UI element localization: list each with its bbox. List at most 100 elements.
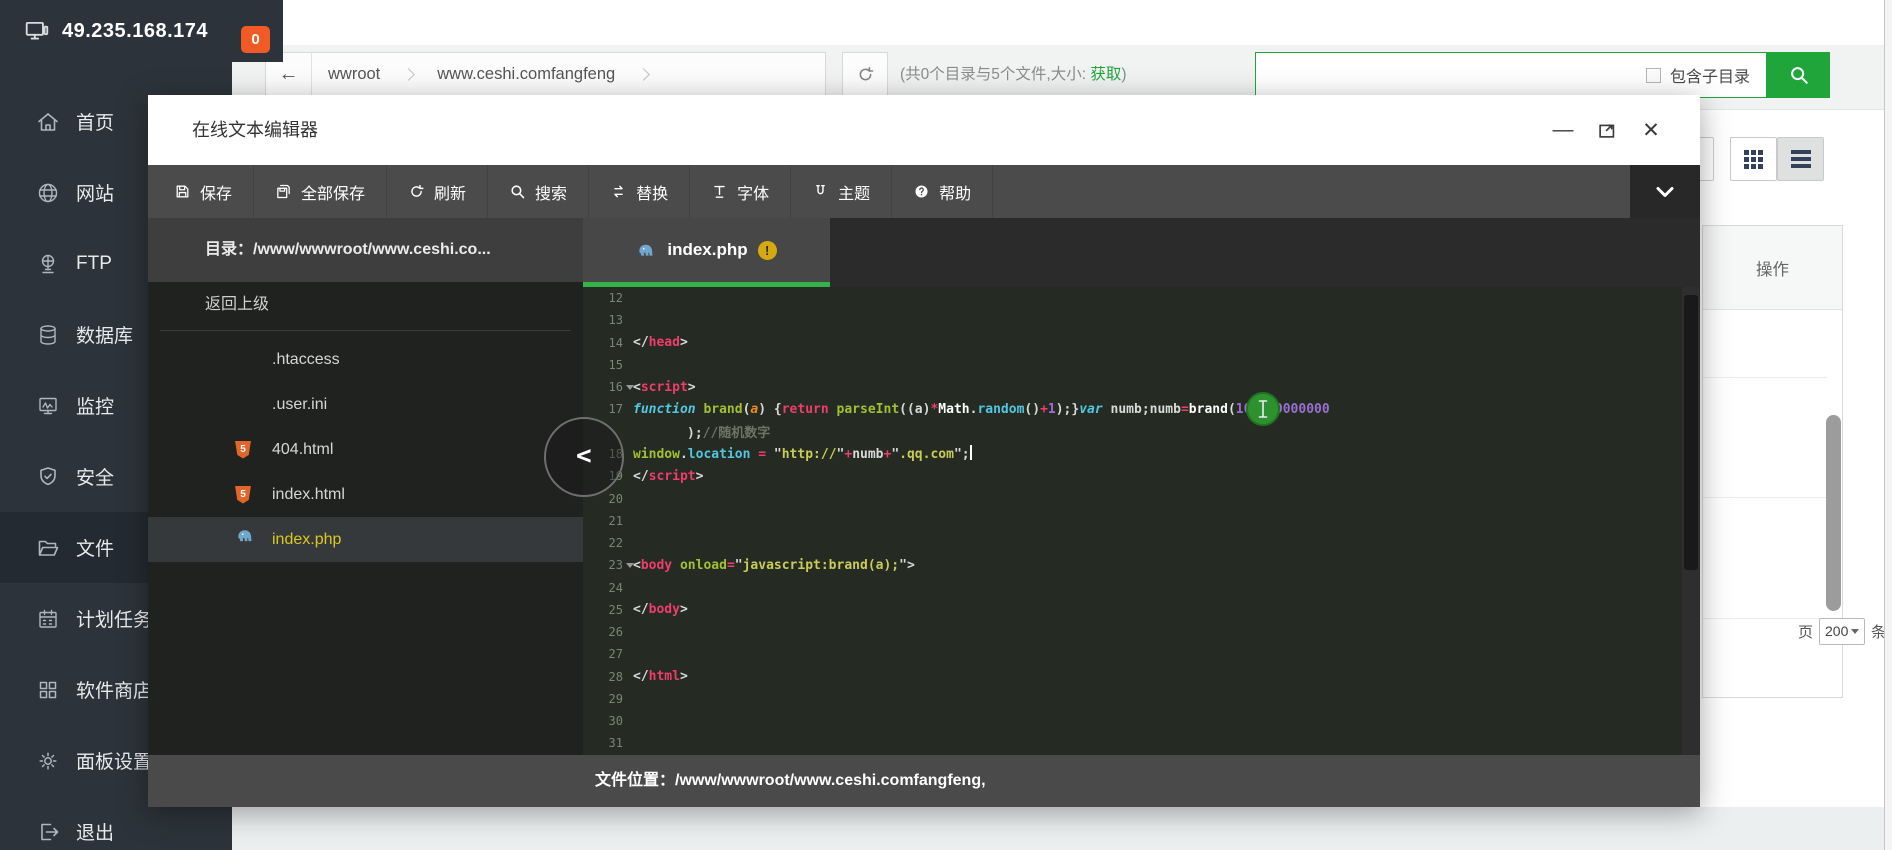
line-number: 16 xyxy=(583,380,623,394)
code-line-28: 28</html> xyxy=(583,666,1700,688)
sidebar-item-label: 安全 xyxy=(76,463,114,490)
toolbar-button-label: 刷新 xyxy=(434,180,466,204)
page-label-left: 页 xyxy=(1798,621,1813,642)
line-number: 12 xyxy=(583,291,623,305)
sidebar-item-label: 数据库 xyxy=(76,321,133,348)
toolbar-button-label: 全部保存 xyxy=(301,180,365,204)
page-scroll-area[interactable] xyxy=(1885,0,1892,850)
code-text: </body> xyxy=(633,602,688,617)
include-subdir-checkbox[interactable] xyxy=(1646,68,1661,83)
tree-item-.user.ini[interactable]: .user.ini xyxy=(148,382,583,427)
code-line-12: 12 xyxy=(583,287,1700,309)
close-button[interactable]: ✕ xyxy=(1634,95,1668,165)
maximize-button[interactable] xyxy=(1590,95,1624,165)
tree-item-index.php[interactable]: index.php xyxy=(148,517,583,562)
page-size-value: 200 xyxy=(1825,623,1848,639)
text-cursor-icon xyxy=(1256,398,1270,420)
refresh-icon xyxy=(856,65,875,84)
line-number: 29 xyxy=(583,692,623,706)
fold-arrow-icon[interactable] xyxy=(626,563,634,568)
code-text: );//随机数字 xyxy=(687,422,770,441)
code-line-31: 31 xyxy=(583,732,1700,754)
toolbar-button-搜索[interactable]: 搜索 xyxy=(487,165,588,218)
toolbar-button-label: 搜索 xyxy=(535,180,567,204)
directory-stats: (共0个目录与5个文件,大小: 获取) xyxy=(900,52,1250,97)
mouse-cursor-highlight xyxy=(1246,392,1280,426)
globe-icon xyxy=(36,181,60,205)
toolbar-button-label: 帮助 xyxy=(939,180,971,204)
sidebar-item-label: 首页 xyxy=(76,108,114,135)
tab-index-php[interactable]: index.php ! xyxy=(583,218,830,282)
toolbar-collapse-button[interactable] xyxy=(1630,165,1700,218)
editor-tabstrip: index.php ! xyxy=(583,218,1700,287)
toolbar-button-主题[interactable]: 主题 xyxy=(790,165,891,218)
monitor-icon xyxy=(36,394,60,418)
tree-item-index.html[interactable]: 5index.html xyxy=(148,472,583,517)
search-input[interactable]: 包含子目录 xyxy=(1255,52,1767,98)
stats-close: ) xyxy=(1121,66,1126,83)
shield-icon xyxy=(36,465,60,489)
pagination: 页 200 条 xyxy=(1798,614,1886,648)
minimize-button[interactable]: ― xyxy=(1546,95,1580,165)
refresh-icon xyxy=(408,183,434,200)
tree-item-label: index.html xyxy=(272,486,345,503)
line-number: 27 xyxy=(583,647,623,661)
line-number: 21 xyxy=(583,514,623,528)
toolbar-button-字体[interactable]: 字体 xyxy=(689,165,790,218)
chevron-left-icon: < xyxy=(576,441,592,471)
tree-item-label: .user.ini xyxy=(272,396,327,413)
fold-arrow-icon[interactable] xyxy=(626,385,634,390)
grid-view-icon xyxy=(1744,150,1763,169)
sidebar-item-label: FTP xyxy=(76,253,112,275)
list-view-button[interactable] xyxy=(1777,137,1824,181)
editor-scrollbar-thumb[interactable] xyxy=(1684,295,1698,570)
save-all-icon xyxy=(275,183,301,200)
refresh-directory-button[interactable] xyxy=(842,52,888,97)
font-icon xyxy=(711,183,737,200)
line-number: 30 xyxy=(583,714,623,728)
code-text: </head> xyxy=(633,335,688,350)
tree-item-404.html[interactable]: 5404.html xyxy=(148,427,583,472)
code-text: window.location = "http://"+numb+".qq.co… xyxy=(633,445,972,462)
line-number: 28 xyxy=(583,670,623,684)
online-editor-modal: 在线文本编辑器 ― ✕ 保存全部保存刷新搜索替换字体主题帮助 目录：/www/w… xyxy=(148,95,1700,807)
line-number: 24 xyxy=(583,581,623,595)
page-bottom-strip xyxy=(232,807,1892,850)
calendar-icon xyxy=(36,607,60,631)
collapse-tree-handle[interactable]: < xyxy=(544,417,624,497)
code-line-20: 20 xyxy=(583,487,1700,509)
search-button[interactable] xyxy=(1767,52,1830,98)
toolbar-button-全部保存[interactable]: 全部保存 xyxy=(253,165,386,218)
list-view-icon xyxy=(1791,150,1811,168)
toolbar-button-替换[interactable]: 替换 xyxy=(588,165,689,218)
code-line-27: 27 xyxy=(583,643,1700,665)
tree-up-item[interactable]: 返回上级 xyxy=(148,282,583,328)
code-line-25: 25</body> xyxy=(583,599,1700,621)
line-number: 31 xyxy=(583,736,623,750)
tree-item-label: .htaccess xyxy=(272,351,340,368)
toolbar-button-label: 主题 xyxy=(838,180,870,204)
bt-panel-page: ← wwroot www.ceshi.comfangfeng (共0个目录与5个… xyxy=(0,0,1892,850)
logout-icon xyxy=(36,820,60,844)
server-ip: 49.235.168.174 xyxy=(62,20,208,43)
get-size-link[interactable]: 获取 xyxy=(1090,66,1121,83)
code-editor[interactable]: 121314</head>1516<script>17function bran… xyxy=(583,287,1700,755)
table-scrollbar[interactable] xyxy=(1826,415,1841,611)
page-size-select[interactable]: 200 xyxy=(1819,618,1865,645)
maximize-icon xyxy=(1596,119,1618,141)
editor-directory-label: 目录：/www/wwwroot/www.ceshi.co... xyxy=(148,218,583,282)
toolbar-button-帮助[interactable]: 帮助 xyxy=(891,165,992,218)
grid-view-button[interactable] xyxy=(1730,137,1777,181)
sidebar-item-label: 计划任务 xyxy=(76,605,152,632)
breadcrumb-item-site[interactable]: www.ceshi.comfangfeng xyxy=(421,65,631,84)
code-line-22: 22 xyxy=(583,532,1700,554)
code-line-13: 13 xyxy=(583,309,1700,331)
breadcrumb-item-wwroot[interactable]: wwroot xyxy=(312,65,396,84)
search-icon xyxy=(509,183,535,200)
toolbar-button-刷新[interactable]: 刷新 xyxy=(386,165,487,218)
tree-divider xyxy=(160,330,571,331)
message-count-badge[interactable]: 0 xyxy=(241,26,270,53)
tree-item-.htaccess[interactable]: .htaccess xyxy=(148,337,583,382)
toolbar-button-保存[interactable]: 保存 xyxy=(148,165,253,218)
sidebar-item-label: 软件商店 xyxy=(76,676,152,703)
